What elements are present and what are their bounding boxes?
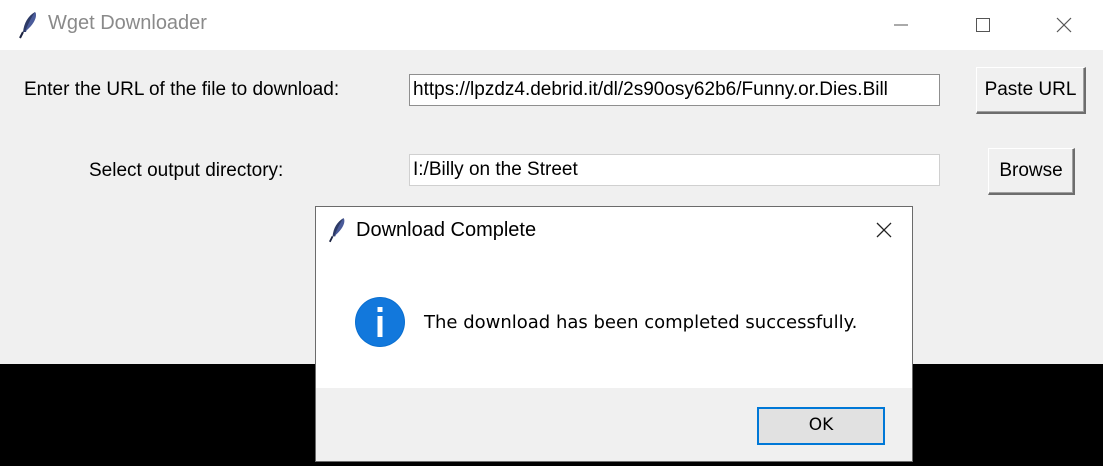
output-directory-label: Select output directory: xyxy=(89,160,284,181)
feather-icon xyxy=(329,218,345,243)
minimize-button[interactable] xyxy=(873,0,929,50)
title-bar[interactable]: Wget Downloader xyxy=(0,0,1103,50)
dialog-title-bar[interactable]: Download Complete xyxy=(316,207,912,255)
url-input[interactable]: https://lpzdz4.debrid.it/dl/2s90osy62b6/… xyxy=(409,74,940,106)
paste-url-button[interactable]: Paste URL xyxy=(976,67,1086,114)
maximize-icon xyxy=(976,18,990,32)
close-icon xyxy=(1056,17,1072,33)
feather-icon xyxy=(19,12,37,39)
output-directory-input[interactable]: I:/Billy on the Street xyxy=(409,154,940,186)
minimize-icon xyxy=(894,24,908,26)
download-complete-dialog: Download Complete The download has been … xyxy=(315,206,913,462)
info-icon xyxy=(355,297,405,347)
url-label: Enter the URL of the file to download: xyxy=(24,79,340,100)
dialog-title: Download Complete xyxy=(356,219,537,241)
dialog-close-button[interactable] xyxy=(856,207,912,253)
close-button[interactable] xyxy=(1036,0,1092,50)
ok-button[interactable]: OK xyxy=(757,407,885,445)
close-icon xyxy=(876,222,892,238)
dialog-button-area: OK xyxy=(316,388,912,461)
browse-button[interactable]: Browse xyxy=(988,148,1075,195)
maximize-button[interactable] xyxy=(955,0,1011,50)
window-title: Wget Downloader xyxy=(48,12,207,34)
dialog-message: The download has been completed successf… xyxy=(424,312,858,333)
